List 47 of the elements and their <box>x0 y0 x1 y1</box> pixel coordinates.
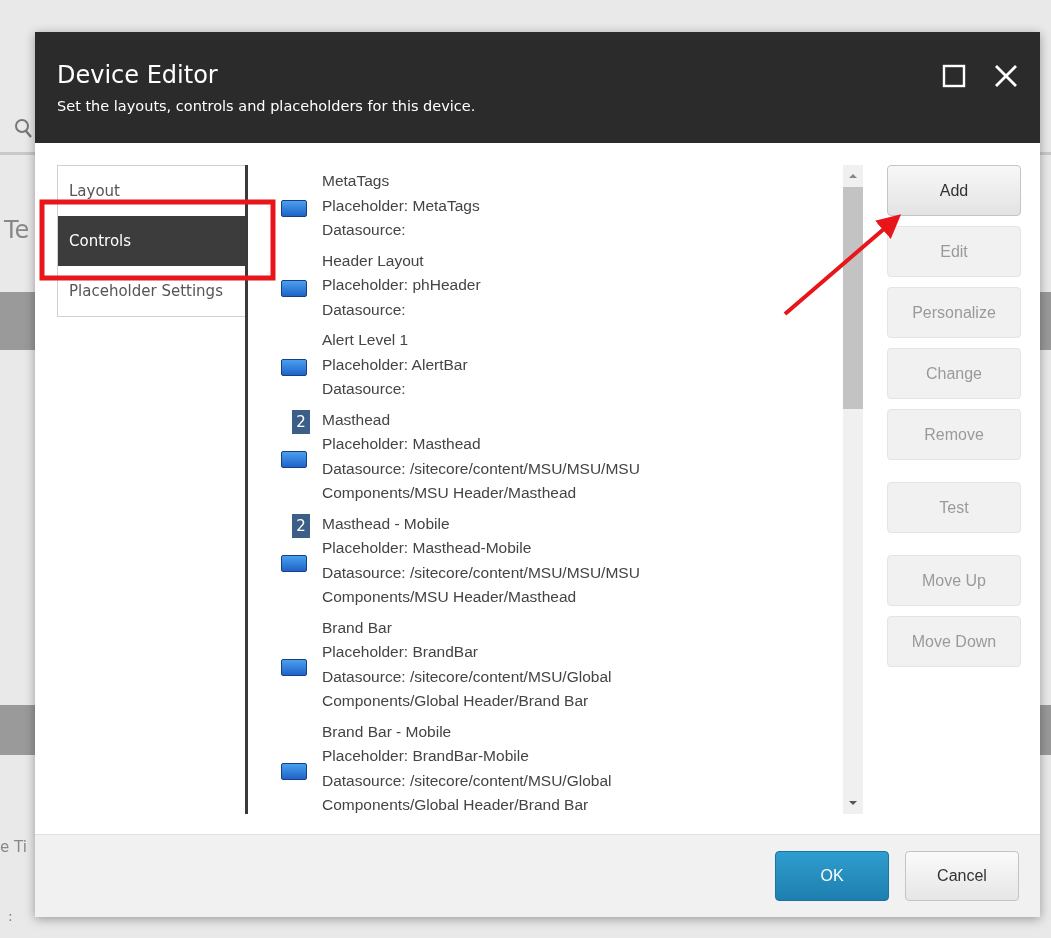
control-name[interactable]: Masthead - Mobile <box>322 511 712 536</box>
placeholder-text: Placeholder: BrandBar <box>322 642 479 662</box>
placeholder-text: Placeholder: AlertBar <box>322 354 469 375</box>
control-name[interactable]: Brand Bar - Mobile <box>322 719 712 744</box>
background-text: Te <box>4 216 30 244</box>
background-text: e Ti <box>0 838 27 856</box>
close-icon[interactable] <box>994 64 1018 88</box>
placeholder-text: Placeholder: Masthead <box>322 434 482 454</box>
datasource-text: Datasource: /sitecore/content/MSU/Global Components/Global Header/Brand Bar <box>322 666 613 711</box>
datasource-text: Datasource: <box>322 379 407 399</box>
maximize-icon[interactable] <box>942 64 966 88</box>
rendering-icon <box>281 279 307 297</box>
search-icon <box>14 118 32 138</box>
placeholder-text: Placeholder: Masthead-Mobile <box>322 538 533 558</box>
rendering-icon <box>281 200 307 218</box>
control-name[interactable]: Masthead <box>322 407 712 432</box>
rendering-icon <box>281 555 307 572</box>
placeholder-text: Placeholder: BrandBar-Mobile <box>322 746 530 766</box>
nav-tab[interactable]: Placeholder Settings <box>58 266 245 316</box>
datasource-text: Datasource: <box>322 220 407 240</box>
scroll-up-icon[interactable] <box>848 173 858 179</box>
scrollbar[interactable] <box>843 165 863 814</box>
control-name[interactable]: Alert Level 1 <box>322 328 712 353</box>
nav-tab[interactable]: Layout <box>58 166 245 216</box>
count-badge: 2 <box>292 513 310 538</box>
scroll-down-icon[interactable] <box>848 800 858 806</box>
dialog-title: Device Editor <box>57 60 219 90</box>
placeholder-text: Placeholder: MetaTags <box>322 195 481 216</box>
datasource-text: Datasource: /sitecore/content/MSU/MSU/MSU Components/MSU Header/Masthead <box>322 562 641 607</box>
control-name[interactable]: Brand Bar <box>322 615 712 640</box>
action-button[interactable]: Add <box>887 165 1021 216</box>
rendering-icon <box>281 359 307 377</box>
control-name[interactable]: MetaTags <box>322 169 712 194</box>
datasource-text: Datasource: /sitecore/content/MSU/Global Components/Global Header/Brand Bar <box>322 770 613 814</box>
rendering-icon <box>281 659 307 676</box>
control-name[interactable]: Header Layout <box>322 248 712 273</box>
nav-tab[interactable]: Controls <box>58 216 245 266</box>
rendering-icon <box>281 763 307 780</box>
datasource-text: Datasource: <box>322 299 407 320</box>
dialog-subtitle: Set the layouts, controls and placeholders for this device. <box>57 98 476 114</box>
count-badge: 2 <box>292 409 310 434</box>
background-text: : <box>8 908 13 924</box>
datasource-text: Datasource: /sitecore/content/MSU/MSU/MSU Components/MSU Header/Masthead <box>322 458 641 503</box>
ok-button[interactable]: OK <box>775 851 889 901</box>
placeholder-text: Placeholder: phHeader <box>322 275 482 295</box>
cancel-button[interactable]: Cancel <box>905 851 1019 901</box>
rendering-icon <box>281 451 307 468</box>
